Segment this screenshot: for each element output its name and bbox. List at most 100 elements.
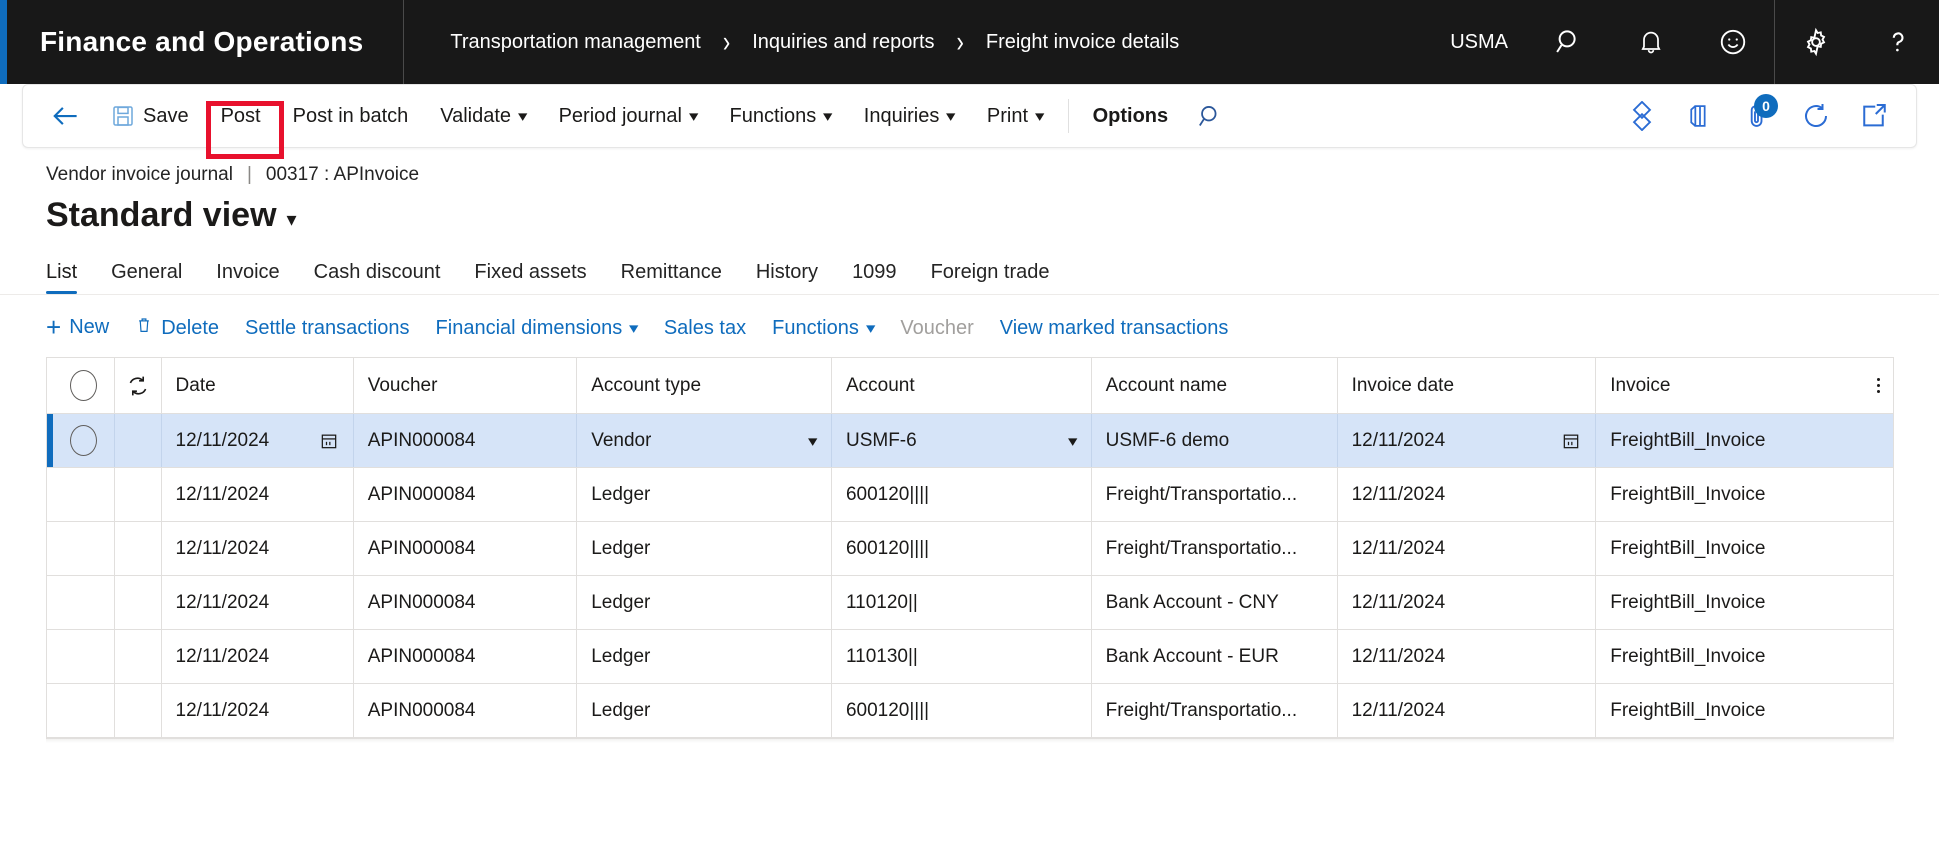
cell-account-name[interactable]: Bank Account - EUR xyxy=(1092,630,1338,683)
cell-account-name[interactable]: USMF-6 demo xyxy=(1092,414,1338,467)
cell-invoice[interactable]: FreightBill_Invoice xyxy=(1596,630,1863,683)
calendar-icon[interactable] xyxy=(319,431,339,451)
cell-account-name[interactable]: Freight/Transportatio... xyxy=(1092,684,1338,737)
view-marked-transactions-button[interactable]: View marked transactions xyxy=(1000,317,1229,340)
search-icon[interactable] xyxy=(1528,0,1610,84)
tab-1099[interactable]: 1099 xyxy=(852,261,897,294)
cell-account-type[interactable]: Ledger xyxy=(577,630,832,683)
row-select-circle-icon[interactable] xyxy=(53,576,115,629)
cell-invoice[interactable]: FreightBill_Invoice xyxy=(1596,684,1863,737)
options-menu-button[interactable]: Options xyxy=(1077,84,1185,148)
period-journal-menu-button[interactable]: Period journal ▾ xyxy=(543,84,714,148)
table-row[interactable]: 12/11/2024 APIN000084 Ledger 600120|||| … xyxy=(47,468,1893,522)
notification-bell-icon[interactable] xyxy=(1610,0,1692,84)
cell-invoice-date[interactable]: 12/11/2024 xyxy=(1338,576,1597,629)
column-header-account-type[interactable]: Account type xyxy=(577,358,832,413)
calendar-icon[interactable] xyxy=(1561,431,1581,451)
tab-fixed-assets[interactable]: Fixed assets xyxy=(474,261,586,294)
cell-date[interactable]: 12/11/2024 xyxy=(162,522,354,575)
column-header-account[interactable]: Account xyxy=(832,358,1092,413)
cell-account-type[interactable]: Ledger xyxy=(577,522,832,575)
functions-menu-button[interactable]: Functions ▾ xyxy=(714,84,848,148)
cell-account[interactable]: 600120|||| xyxy=(832,468,1092,521)
new-button[interactable]: + New xyxy=(46,314,109,340)
inquiries-menu-button[interactable]: Inquiries ▾ xyxy=(848,84,971,148)
delete-button[interactable]: Delete xyxy=(135,315,219,341)
table-row[interactable]: 12/11/2024 APIN000084 Ledger 110120|| Ba… xyxy=(47,576,1893,630)
row-select-circle-icon[interactable] xyxy=(53,468,115,521)
tab-remittance[interactable]: Remittance xyxy=(621,261,722,294)
cell-voucher[interactable]: APIN000084 xyxy=(354,468,578,521)
cell-account-type[interactable]: Ledger xyxy=(577,576,832,629)
row-select-circle-icon[interactable] xyxy=(53,522,115,575)
attachments-icon[interactable]: 0 xyxy=(1732,90,1784,142)
page-title[interactable]: Standard view ▾ xyxy=(46,196,1939,235)
cell-account[interactable]: 600120|||| xyxy=(832,522,1092,575)
cell-account-type[interactable]: Ledger xyxy=(577,684,832,737)
cell-account[interactable]: 110120|| xyxy=(832,576,1092,629)
column-header-voucher[interactable]: Voucher xyxy=(354,358,578,413)
cell-account[interactable]: USMF-6 ▾ xyxy=(832,414,1092,467)
cell-invoice-date[interactable]: 12/11/2024 xyxy=(1338,414,1597,467)
cell-date[interactable]: 12/11/2024 xyxy=(162,468,354,521)
print-menu-button[interactable]: Print ▾ xyxy=(971,84,1060,148)
sync-refresh-icon[interactable] xyxy=(115,358,162,413)
column-header-date[interactable]: Date xyxy=(162,358,354,413)
breadcrumb-item-module[interactable]: Transportation management xyxy=(450,31,701,54)
financial-dimensions-menu[interactable]: Financial dimensions ▾ xyxy=(436,317,639,340)
cell-account-name[interactable]: Bank Account - CNY xyxy=(1092,576,1338,629)
cell-date[interactable]: 12/11/2024 xyxy=(162,684,354,737)
tab-list[interactable]: List xyxy=(46,261,78,294)
cell-invoice-date[interactable]: 12/11/2024 xyxy=(1338,684,1597,737)
company-selector[interactable]: USMA xyxy=(1440,0,1528,84)
cell-account[interactable]: 600120|||| xyxy=(832,684,1092,737)
row-select-circle-icon[interactable] xyxy=(53,414,115,467)
refresh-icon[interactable] xyxy=(1790,90,1842,142)
table-row[interactable]: 12/11/2024 APIN000084 Ledger 600120|||| … xyxy=(47,684,1893,738)
cell-date[interactable]: 12/11/2024 xyxy=(162,630,354,683)
sales-tax-button[interactable]: Sales tax xyxy=(664,317,746,340)
cell-account[interactable]: 110130|| xyxy=(832,630,1092,683)
select-all-circle-icon[interactable] xyxy=(53,358,115,413)
toolbar-search-icon[interactable] xyxy=(1184,90,1236,142)
breadcrumb-item-group[interactable]: Inquiries and reports xyxy=(752,31,934,54)
cell-account-type[interactable]: Ledger xyxy=(577,468,832,521)
relationship-diamond-icon[interactable] xyxy=(1616,90,1668,142)
cell-account-type[interactable]: Vendor ▾ xyxy=(577,414,832,467)
cell-voucher[interactable]: APIN000084 xyxy=(354,414,578,467)
post-button[interactable]: Post xyxy=(205,84,277,148)
cell-invoice-date[interactable]: 12/11/2024 xyxy=(1338,468,1597,521)
cell-invoice[interactable]: FreightBill_Invoice xyxy=(1596,468,1863,521)
tab-invoice[interactable]: Invoice xyxy=(216,261,279,294)
cell-voucher[interactable]: APIN000084 xyxy=(354,522,578,575)
back-button[interactable] xyxy=(33,84,95,148)
chevron-down-icon[interactable]: ▾ xyxy=(808,432,817,450)
feedback-smiley-icon[interactable] xyxy=(1692,0,1774,84)
cell-invoice-date[interactable]: 12/11/2024 xyxy=(1338,522,1597,575)
post-in-batch-button[interactable]: Post in batch xyxy=(277,84,425,148)
column-header-invoice-date[interactable]: Invoice date xyxy=(1338,358,1597,413)
open-in-new-window-icon[interactable] xyxy=(1848,90,1900,142)
tab-foreign-trade[interactable]: Foreign trade xyxy=(931,261,1050,294)
grid-functions-menu[interactable]: Functions ▾ xyxy=(772,317,875,340)
cell-account-name[interactable]: Freight/Transportatio... xyxy=(1092,468,1338,521)
tab-history[interactable]: History xyxy=(756,261,818,294)
table-row[interactable]: 12/11/2024 APIN000084 Ledger 110130|| Ba… xyxy=(47,630,1893,684)
chevron-down-icon[interactable]: ▾ xyxy=(1068,432,1077,450)
tab-cash-discount[interactable]: Cash discount xyxy=(314,261,441,294)
cell-date[interactable]: 12/11/2024 xyxy=(162,576,354,629)
open-in-office-icon[interactable] xyxy=(1674,90,1726,142)
validate-menu-button[interactable]: Validate ▾ xyxy=(424,84,542,148)
cell-voucher[interactable]: APIN000084 xyxy=(354,684,578,737)
cell-account-name[interactable]: Freight/Transportatio... xyxy=(1092,522,1338,575)
tab-general[interactable]: General xyxy=(111,261,182,294)
cell-invoice[interactable]: FreightBill_Invoice xyxy=(1596,576,1863,629)
settle-transactions-button[interactable]: Settle transactions xyxy=(245,317,410,340)
settings-gear-icon[interactable] xyxy=(1775,0,1857,84)
column-header-account-name[interactable]: Account name xyxy=(1092,358,1338,413)
cell-invoice[interactable]: FreightBill_Invoice xyxy=(1596,414,1863,467)
column-header-invoice[interactable]: Invoice xyxy=(1596,358,1863,413)
cell-invoice[interactable]: FreightBill_Invoice xyxy=(1596,522,1863,575)
cell-date[interactable]: 12/11/2024 xyxy=(162,414,354,467)
cell-invoice-date[interactable]: 12/11/2024 xyxy=(1338,630,1597,683)
